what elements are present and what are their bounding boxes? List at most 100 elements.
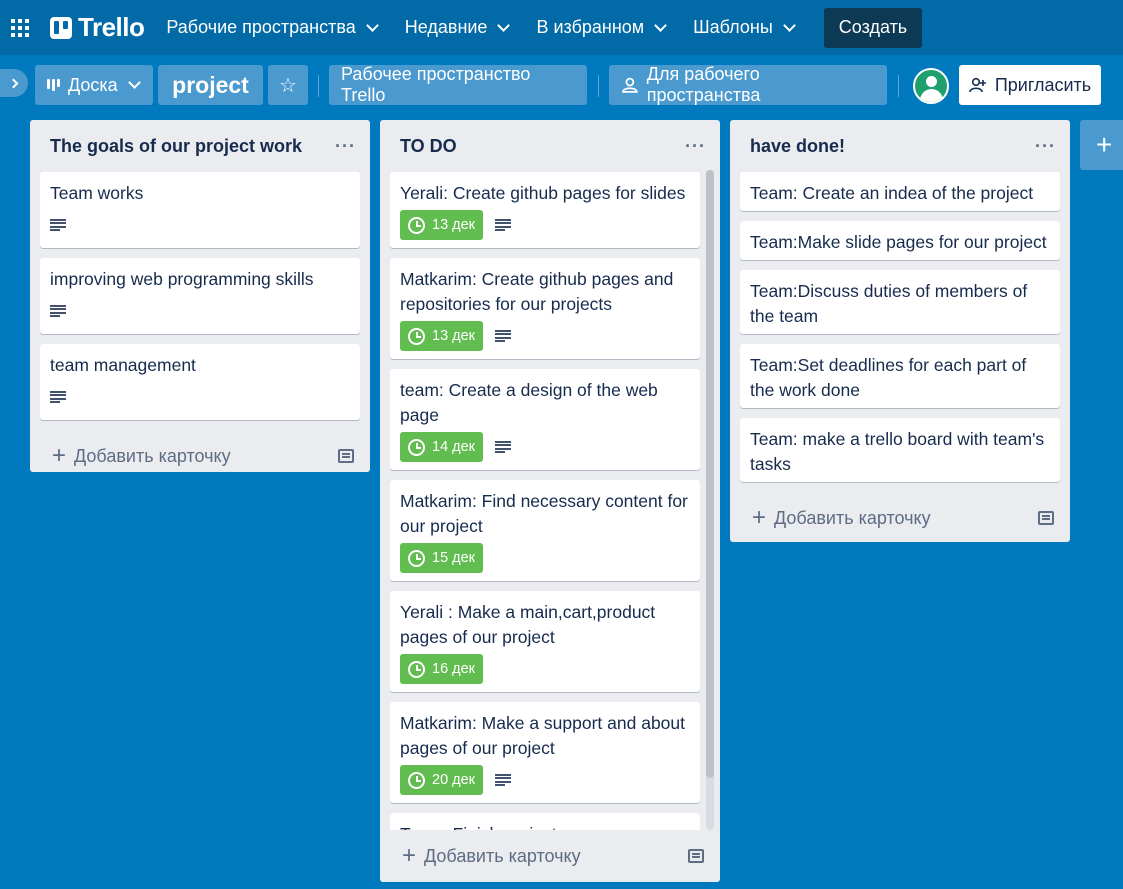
description-icon	[495, 219, 512, 231]
list-scrollbar-thumb[interactable]	[706, 170, 714, 778]
card-badges: 13 дек	[400, 210, 690, 240]
card-title: Matkarim: Find necessary content for our…	[400, 491, 688, 536]
card[interactable]: Yerali: Create github pages for slides 1…	[390, 172, 700, 248]
card-badges	[50, 210, 350, 240]
list-done: have done! ··· Team: Create an indea of …	[730, 120, 1070, 542]
chevron-down-icon	[654, 18, 668, 32]
card[interactable]: Matkarim: Create github pages and reposi…	[390, 258, 700, 359]
due-date-badge[interactable]: 14 дек	[400, 432, 484, 462]
card-badges	[50, 296, 350, 326]
top-header: Trello Рабочие пространства Недавние В и…	[0, 0, 1123, 55]
list-title[interactable]: The goals of our project work	[50, 136, 302, 157]
card[interactable]: improving web programming skills	[40, 258, 360, 334]
chevron-right-icon	[8, 78, 18, 88]
list-title[interactable]: have done!	[750, 136, 845, 157]
card[interactable]: Matkarim: Find necessary content for our…	[390, 480, 700, 581]
nav-workspaces[interactable]: Рабочие пространства	[152, 8, 390, 48]
app-switcher-button[interactable]	[0, 0, 40, 55]
add-list-button[interactable]: +	[1080, 120, 1123, 170]
header-divider	[898, 75, 899, 97]
add-card-button[interactable]: + Добавить карточку	[380, 830, 720, 882]
add-card-button[interactable]: + Добавить карточку	[30, 430, 370, 482]
header-divider	[598, 75, 599, 97]
due-date-badge[interactable]: 15 дек	[400, 543, 484, 573]
board-title[interactable]: project	[158, 65, 263, 105]
sidebar-expand-button[interactable]	[0, 69, 28, 97]
nav-templates[interactable]: Шаблоны	[679, 8, 808, 48]
list-header: The goals of our project work ···	[30, 120, 370, 172]
due-date-badge[interactable]: 20 дек	[400, 765, 484, 795]
plus-icon: +	[752, 504, 767, 531]
card[interactable]: Team:Set deadlines for each part of the …	[740, 344, 1060, 408]
plus-icon: +	[52, 442, 67, 469]
card-title: team management	[50, 355, 196, 375]
due-date-badge[interactable]: 13 дек	[400, 210, 484, 240]
nav-recent[interactable]: Недавние	[391, 8, 523, 48]
card[interactable]: Team: Create an indea of the project	[740, 172, 1060, 211]
card-title: Team:Make slide pages for our project	[750, 232, 1047, 252]
trello-logo[interactable]: Trello	[42, 0, 152, 55]
card-badges: 16 дек	[400, 654, 690, 684]
list-menu-icon[interactable]: ···	[685, 136, 706, 157]
card-badges	[50, 382, 350, 412]
card[interactable]: team management	[40, 344, 360, 420]
due-date-badge[interactable]: 13 дек	[400, 321, 484, 351]
due-date-badge[interactable]: 16 дек	[400, 654, 484, 684]
plus-icon: +	[402, 842, 417, 869]
workspace-button[interactable]: Рабочее пространство Trello	[329, 64, 587, 105]
card[interactable]: Team: Finish project	[390, 813, 700, 830]
card[interactable]: Team: make a trello board with team's ta…	[740, 418, 1060, 482]
card[interactable]: Yerali : Make a main,cart,product pages …	[390, 591, 700, 692]
board-view-switcher[interactable]: Доска	[35, 65, 153, 105]
invite-button[interactable]: Пригласить	[959, 65, 1101, 105]
board-view-icon	[47, 79, 60, 91]
add-card-button[interactable]: + Добавить карточку	[730, 492, 1070, 544]
card-badges: 20 дек	[400, 765, 690, 795]
card-title: improving web programming skills	[50, 269, 314, 289]
card-title: Team:Set deadlines for each part of the …	[750, 355, 1027, 400]
card-template-icon[interactable]	[338, 449, 354, 463]
nav-workspaces-label: Рабочие пространства	[166, 17, 356, 37]
card-title: Team: Finish project	[400, 822, 690, 830]
chevron-down-icon	[127, 76, 141, 89]
logo-text: Trello	[78, 12, 145, 42]
clock-icon	[408, 327, 425, 345]
due-date-text: 14 дек	[432, 439, 476, 455]
add-card-label: Добавить карточку	[424, 845, 581, 866]
card[interactable]: Team:Make slide pages for our project	[740, 221, 1060, 260]
nav-recent-label: Недавние	[404, 17, 488, 37]
due-date-text: 13 дек	[432, 328, 476, 344]
create-button[interactable]: Создать	[823, 7, 923, 48]
list-menu-icon[interactable]: ···	[1035, 136, 1056, 157]
description-icon	[50, 391, 66, 403]
card-list: Team works improving web programming ski…	[30, 172, 370, 420]
card[interactable]: Team works	[40, 172, 360, 248]
add-card-label: Добавить карточку	[774, 507, 931, 528]
board-view-label: Доска	[68, 74, 118, 95]
visibility-label: Для рабочего пространства	[646, 64, 761, 105]
star-board-button[interactable]: ☆	[268, 65, 308, 105]
list-title[interactable]: TO DO	[400, 136, 457, 157]
member-avatar[interactable]	[913, 68, 949, 104]
card[interactable]: Team:Discuss duties of members of the te…	[740, 270, 1060, 334]
due-date-text: 20 дек	[432, 772, 476, 788]
card-title: Team: make a trello board with team's ta…	[750, 429, 1045, 474]
card[interactable]: team: Create a design of the web page 14…	[390, 369, 700, 470]
clock-icon	[408, 771, 425, 789]
list-menu-icon[interactable]: ···	[335, 136, 356, 157]
list-header: TO DO ···	[380, 120, 720, 172]
card-badges: 14 дек	[400, 432, 690, 462]
nav-starred[interactable]: В избранном	[522, 8, 679, 48]
card-template-icon[interactable]	[688, 849, 704, 863]
list-header: have done! ···	[730, 120, 1070, 172]
visibility-button[interactable]: Для рабочего пространства	[609, 64, 887, 105]
add-person-icon	[969, 77, 986, 93]
chevron-down-icon	[365, 18, 379, 32]
description-icon	[50, 219, 66, 231]
people-icon	[622, 77, 638, 93]
card-list: Yerali: Create github pages for slides 1…	[380, 172, 720, 830]
card[interactable]: Matkarim: Make a support and about pages…	[390, 702, 700, 803]
card-template-icon[interactable]	[1038, 511, 1054, 525]
nav-starred-label: В избранном	[536, 17, 645, 37]
card-title: Yerali: Create github pages for slides	[400, 183, 686, 203]
